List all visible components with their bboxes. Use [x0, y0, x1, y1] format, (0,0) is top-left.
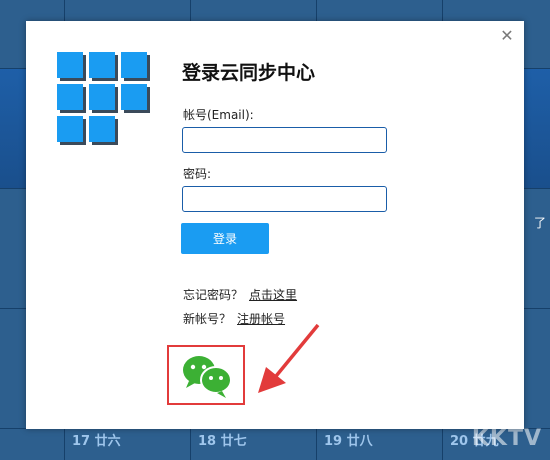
- calendar-date[interactable]: 18 廿七: [198, 430, 247, 449]
- annotation-arrow: [258, 323, 320, 393]
- login-button[interactable]: 登录: [181, 223, 269, 254]
- app-logo: [57, 52, 153, 148]
- account-input[interactable]: [182, 127, 387, 153]
- forgot-password-row: 忘记密码？ 点击这里: [183, 286, 297, 303]
- forgot-password-text: 忘记密码？: [183, 288, 244, 302]
- calendar-date[interactable]: 19 廿八: [324, 430, 373, 449]
- account-label: 帐号(Email):: [183, 108, 254, 122]
- password-label: 密码:: [183, 167, 212, 181]
- dialog-title: 登录云同步中心: [182, 62, 316, 84]
- watermark: KKTV: [471, 426, 542, 451]
- forgot-password-link[interactable]: 点击这里: [249, 288, 297, 302]
- wechat-icon[interactable]: [169, 347, 243, 403]
- login-dialog: ✕ 登录云同步中心 帐号(Email): 密码: 登录 忘记密码？ 点击这里 新帐…: [26, 21, 524, 429]
- calendar-date[interactable]: 17 廿六: [72, 430, 121, 449]
- close-icon[interactable]: ✕: [498, 27, 516, 45]
- calendar-side-text: 了: [533, 216, 546, 230]
- password-input[interactable]: [182, 186, 387, 212]
- new-account-text: 新帐号？: [183, 312, 232, 326]
- wechat-highlight-box: [167, 345, 245, 405]
